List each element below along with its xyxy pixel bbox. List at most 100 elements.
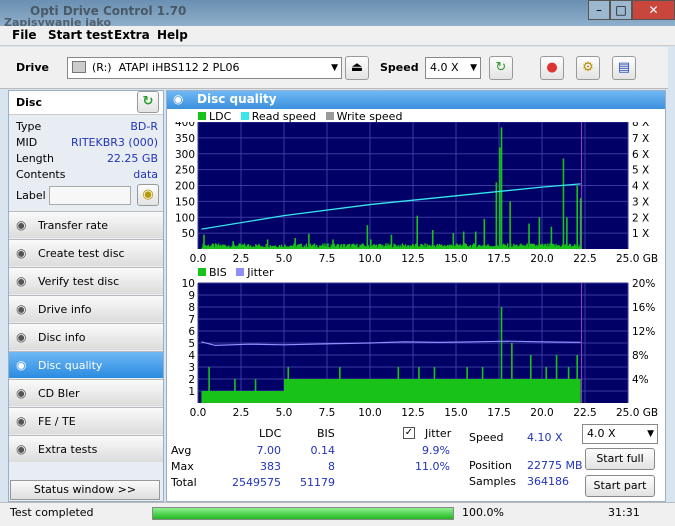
ldc-spike xyxy=(509,201,511,249)
bis-spike xyxy=(567,367,570,403)
refresh-button[interactable]: ↻ xyxy=(489,56,513,80)
chevron-down-icon: ▼ xyxy=(470,63,477,73)
y2-tick-label: 4% xyxy=(632,374,649,386)
test-speed-select[interactable]: 4.0 X ▼ xyxy=(582,424,658,444)
nav-item-verify-test-disc[interactable]: ◉ Verify test disc xyxy=(9,267,163,294)
settings-button[interactable]: ⚙ xyxy=(576,56,600,80)
x-tick-label: 20.0 xyxy=(530,407,553,419)
status-window-button[interactable]: Status window >> xyxy=(10,480,160,500)
drive-label: Drive xyxy=(16,61,49,74)
drive-name: ATAPI iHBS112 2 PL06 xyxy=(118,61,240,74)
bis-spike xyxy=(545,367,548,403)
bis-spike xyxy=(301,379,303,403)
minimize-button[interactable]: – xyxy=(588,0,610,20)
x-tick-label: 15.0 xyxy=(444,407,467,419)
bis-spike xyxy=(323,379,326,403)
y-tick-label: 250 xyxy=(175,165,195,177)
y-tick-label: 3 xyxy=(188,362,195,374)
avg-jitter: 9.9% xyxy=(422,444,450,457)
x-tick-label: 22.5 xyxy=(573,407,596,419)
y-tick-label: 200 xyxy=(175,181,195,193)
chevron-down-icon: ▼ xyxy=(647,429,654,439)
eject-button[interactable]: ⏏ xyxy=(345,56,369,80)
disc-icon: ◉ xyxy=(16,414,27,428)
y2-tick-label: 6 X xyxy=(632,149,649,161)
jitter-swatch xyxy=(236,268,245,276)
menu-extra[interactable]: Extra xyxy=(114,28,150,42)
disc-icon: ◉ xyxy=(16,386,27,400)
nav-item-label: Disc info xyxy=(38,331,86,344)
nav-item-create-test-disc[interactable]: ◉ Create test disc xyxy=(9,239,163,266)
menu-file[interactable]: File xyxy=(12,28,37,42)
nav-item-cd-bler[interactable]: ◉ CD Bler xyxy=(9,379,163,406)
bis-spike xyxy=(254,379,257,403)
disc-icon: ◉ xyxy=(16,218,27,232)
nav-item-label: FE / TE xyxy=(38,415,76,428)
y2-tick-label: 8% xyxy=(632,350,649,362)
ldc-chart: 50 100 150 200 250 300 350 400 1 X 2 X 3 X 4 X 5 X 6 … xyxy=(175,122,658,265)
disc-label-icon[interactable]: ◉ xyxy=(137,184,159,206)
nav-item-label: Verify test disc xyxy=(38,275,120,288)
disc-quality-icon: ◉ xyxy=(173,92,184,106)
ldc-spike xyxy=(452,233,455,249)
nav-item-disc-info[interactable]: ◉ Disc info xyxy=(9,323,163,350)
avg-ldc: 7.00 xyxy=(256,444,282,457)
disc-refresh-button[interactable]: ↻ xyxy=(137,91,159,113)
close-button[interactable]: ✕ xyxy=(632,0,675,20)
drive-select[interactable]: (R:) ATAPI iHBS112 2 PL06 ▼ xyxy=(67,57,342,79)
nav-item-disc-quality[interactable]: ◉ Disc quality xyxy=(9,351,163,378)
x-tick-label: 25.0 GB xyxy=(616,253,658,265)
row-label: Max xyxy=(171,460,194,473)
ldc-spike xyxy=(499,147,501,249)
erase-button[interactable]: ● xyxy=(540,56,564,80)
nav-item-fe-te[interactable]: ◉ FE / TE xyxy=(9,407,163,434)
nav-item-label: Extra tests xyxy=(38,443,98,456)
bis-segment xyxy=(201,391,284,403)
info-key: Type xyxy=(16,120,42,133)
write-swatch xyxy=(325,112,334,120)
test-speed-value: 4.0 X xyxy=(587,427,616,440)
x-tick-label: 17.5 xyxy=(487,407,510,419)
save-button[interactable]: ▤ xyxy=(612,56,636,80)
panel-title: Disc quality xyxy=(197,92,277,106)
jitter-checkbox[interactable]: ✓ xyxy=(403,427,415,439)
x-tick-label: 5.0 xyxy=(276,407,293,419)
ldc-spike xyxy=(390,234,393,249)
disc-title: Disc xyxy=(16,96,42,109)
x-tick-label: 15.0 xyxy=(444,253,467,265)
bis-spike xyxy=(339,367,341,403)
start-full-button[interactable]: Start full xyxy=(585,448,655,470)
ldc-spike xyxy=(528,223,530,249)
speed-select[interactable]: 4.0 X ▼ xyxy=(425,57,481,79)
x-tick-label: 0.0 xyxy=(190,253,207,265)
menu-start-test[interactable]: Start test xyxy=(48,28,113,42)
x-tick-label: 12.5 xyxy=(401,407,424,419)
x-tick-label: 22.5 xyxy=(573,253,596,265)
ldc-spike xyxy=(500,127,503,249)
nav-item-extra-tests[interactable]: ◉ Extra tests xyxy=(9,435,163,462)
nav-item-drive-info[interactable]: ◉ Drive info xyxy=(9,295,163,322)
start-part-button[interactable]: Start part xyxy=(585,475,655,497)
main-panel: ◉ Disc quality LDC Read speed Write spee… xyxy=(166,90,666,502)
bis-segment xyxy=(284,379,581,403)
maximize-button[interactable]: □ xyxy=(610,0,632,20)
label-input[interactable] xyxy=(49,186,131,205)
bis-spike xyxy=(555,355,558,403)
bis-swatch xyxy=(198,268,206,276)
position-label: Position xyxy=(469,459,512,472)
speed-value: 4.10 X xyxy=(527,431,563,444)
y2-tick-label: 7 X xyxy=(632,133,649,145)
y-tick-label: 100 xyxy=(175,212,195,224)
ldc-spike xyxy=(294,237,296,249)
chevron-down-icon: ▼ xyxy=(331,63,338,73)
x-tick-label: 7.5 xyxy=(319,253,336,265)
nav-item-transfer-rate[interactable]: ◉ Transfer rate xyxy=(9,211,163,238)
ldc-spike xyxy=(332,239,334,249)
disc-icon: ◉ xyxy=(16,246,27,260)
disc-icon: ◉ xyxy=(16,442,27,456)
bis-chart: 12345678910 4% 8% 12% 16% 20% 0.0 2.5 5.0 7.5 10.0… xyxy=(182,278,658,419)
panel-header: ◉ Disc quality xyxy=(167,91,665,109)
x-tick-label: 17.5 xyxy=(487,253,510,265)
disc-icon: ◉ xyxy=(16,274,27,288)
menu-help[interactable]: Help xyxy=(157,28,188,42)
